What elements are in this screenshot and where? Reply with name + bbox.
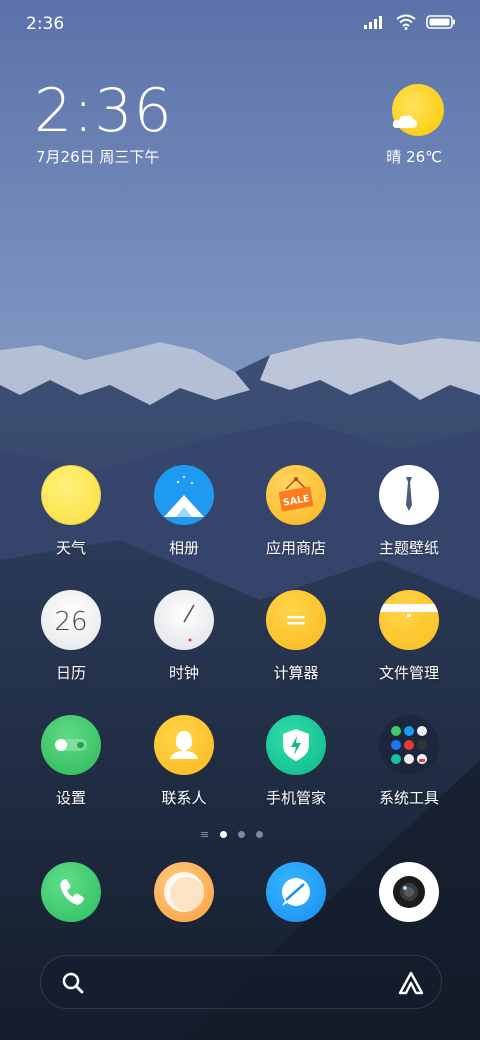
app-contacts[interactable]: 联系人 (134, 715, 234, 808)
battery-icon (426, 15, 455, 29)
app-label: 设置 (55, 789, 86, 807)
app-label: 主题壁纸 (378, 539, 439, 557)
app-store-icon: SALE (266, 465, 326, 525)
page-dot-active[interactable] (220, 831, 228, 838)
themes-icon (379, 465, 439, 525)
calculator-icon (266, 590, 326, 650)
contacts-icon (154, 715, 214, 775)
app-label: 计算器 (273, 664, 319, 682)
app-label: 联系人 (161, 789, 207, 807)
app-security[interactable]: 手机管家 (246, 715, 346, 808)
clock-widget-time[interactable]: 2:36 (34, 76, 173, 146)
page-dot[interactable] (256, 831, 264, 838)
search-icon[interactable] (61, 971, 85, 995)
calendar-day: 26 (54, 607, 87, 637)
calendar-icon: 26 (41, 590, 101, 650)
dock-phone[interactable] (21, 862, 121, 922)
wifi-icon (396, 14, 416, 30)
app-label: 天气 (55, 539, 86, 557)
gallery-icon (154, 465, 214, 525)
browser-icon (266, 862, 326, 922)
weather-icon (41, 465, 101, 525)
app-file-manager[interactable]: 文件管理 (359, 590, 459, 683)
app-label: 时钟 (168, 664, 199, 682)
app-clock[interactable]: 时钟 (134, 590, 234, 683)
app-weather[interactable]: 天气 (21, 465, 121, 558)
app-label: 应用商店 (265, 539, 326, 557)
app-label: 手机管家 (265, 789, 326, 807)
camera-icon (379, 862, 439, 922)
messages-icon (154, 862, 214, 922)
cloud-icon (392, 115, 418, 128)
dock-browser[interactable] (246, 862, 346, 922)
security-icon (266, 715, 326, 775)
menu-lines-icon: ≡ (200, 828, 210, 841)
app-label: 日历 (55, 664, 86, 682)
system-tools-folder-icon (379, 715, 439, 775)
clock-widget-date[interactable]: 7月26日 周三下午 (36, 146, 159, 167)
page-dot[interactable] (238, 831, 246, 838)
app-settings[interactable]: 设置 (21, 715, 121, 808)
app-calculator[interactable]: 计算器 (246, 590, 346, 683)
status-icons (364, 14, 456, 30)
phone-icon (41, 862, 101, 922)
folder-system-tools[interactable]: 系统工具 (359, 715, 459, 808)
signal-icon (364, 16, 382, 29)
status-time: 2:36 (26, 14, 65, 34)
assistant-icon[interactable] (397, 969, 425, 997)
page-indicator: ≡ (200, 828, 264, 841)
app-label: 文件管理 (378, 664, 439, 682)
app-store[interactable]: SALE 应用商店 (246, 465, 346, 558)
app-themes[interactable]: 主题壁纸 (359, 465, 459, 558)
app-gallery[interactable]: 相册 (134, 465, 234, 558)
app-calendar[interactable]: 26 日历 (21, 590, 121, 683)
clock-icon (154, 590, 214, 650)
dock-messages[interactable] (134, 862, 234, 922)
app-label: 相册 (168, 539, 199, 557)
weather-text[interactable]: 晴 26℃ (386, 146, 442, 167)
file-manager-icon (379, 590, 439, 650)
search-bar[interactable] (40, 955, 442, 1009)
settings-icon (41, 715, 101, 775)
dock-camera[interactable] (359, 862, 459, 922)
app-label: 系统工具 (378, 789, 439, 807)
